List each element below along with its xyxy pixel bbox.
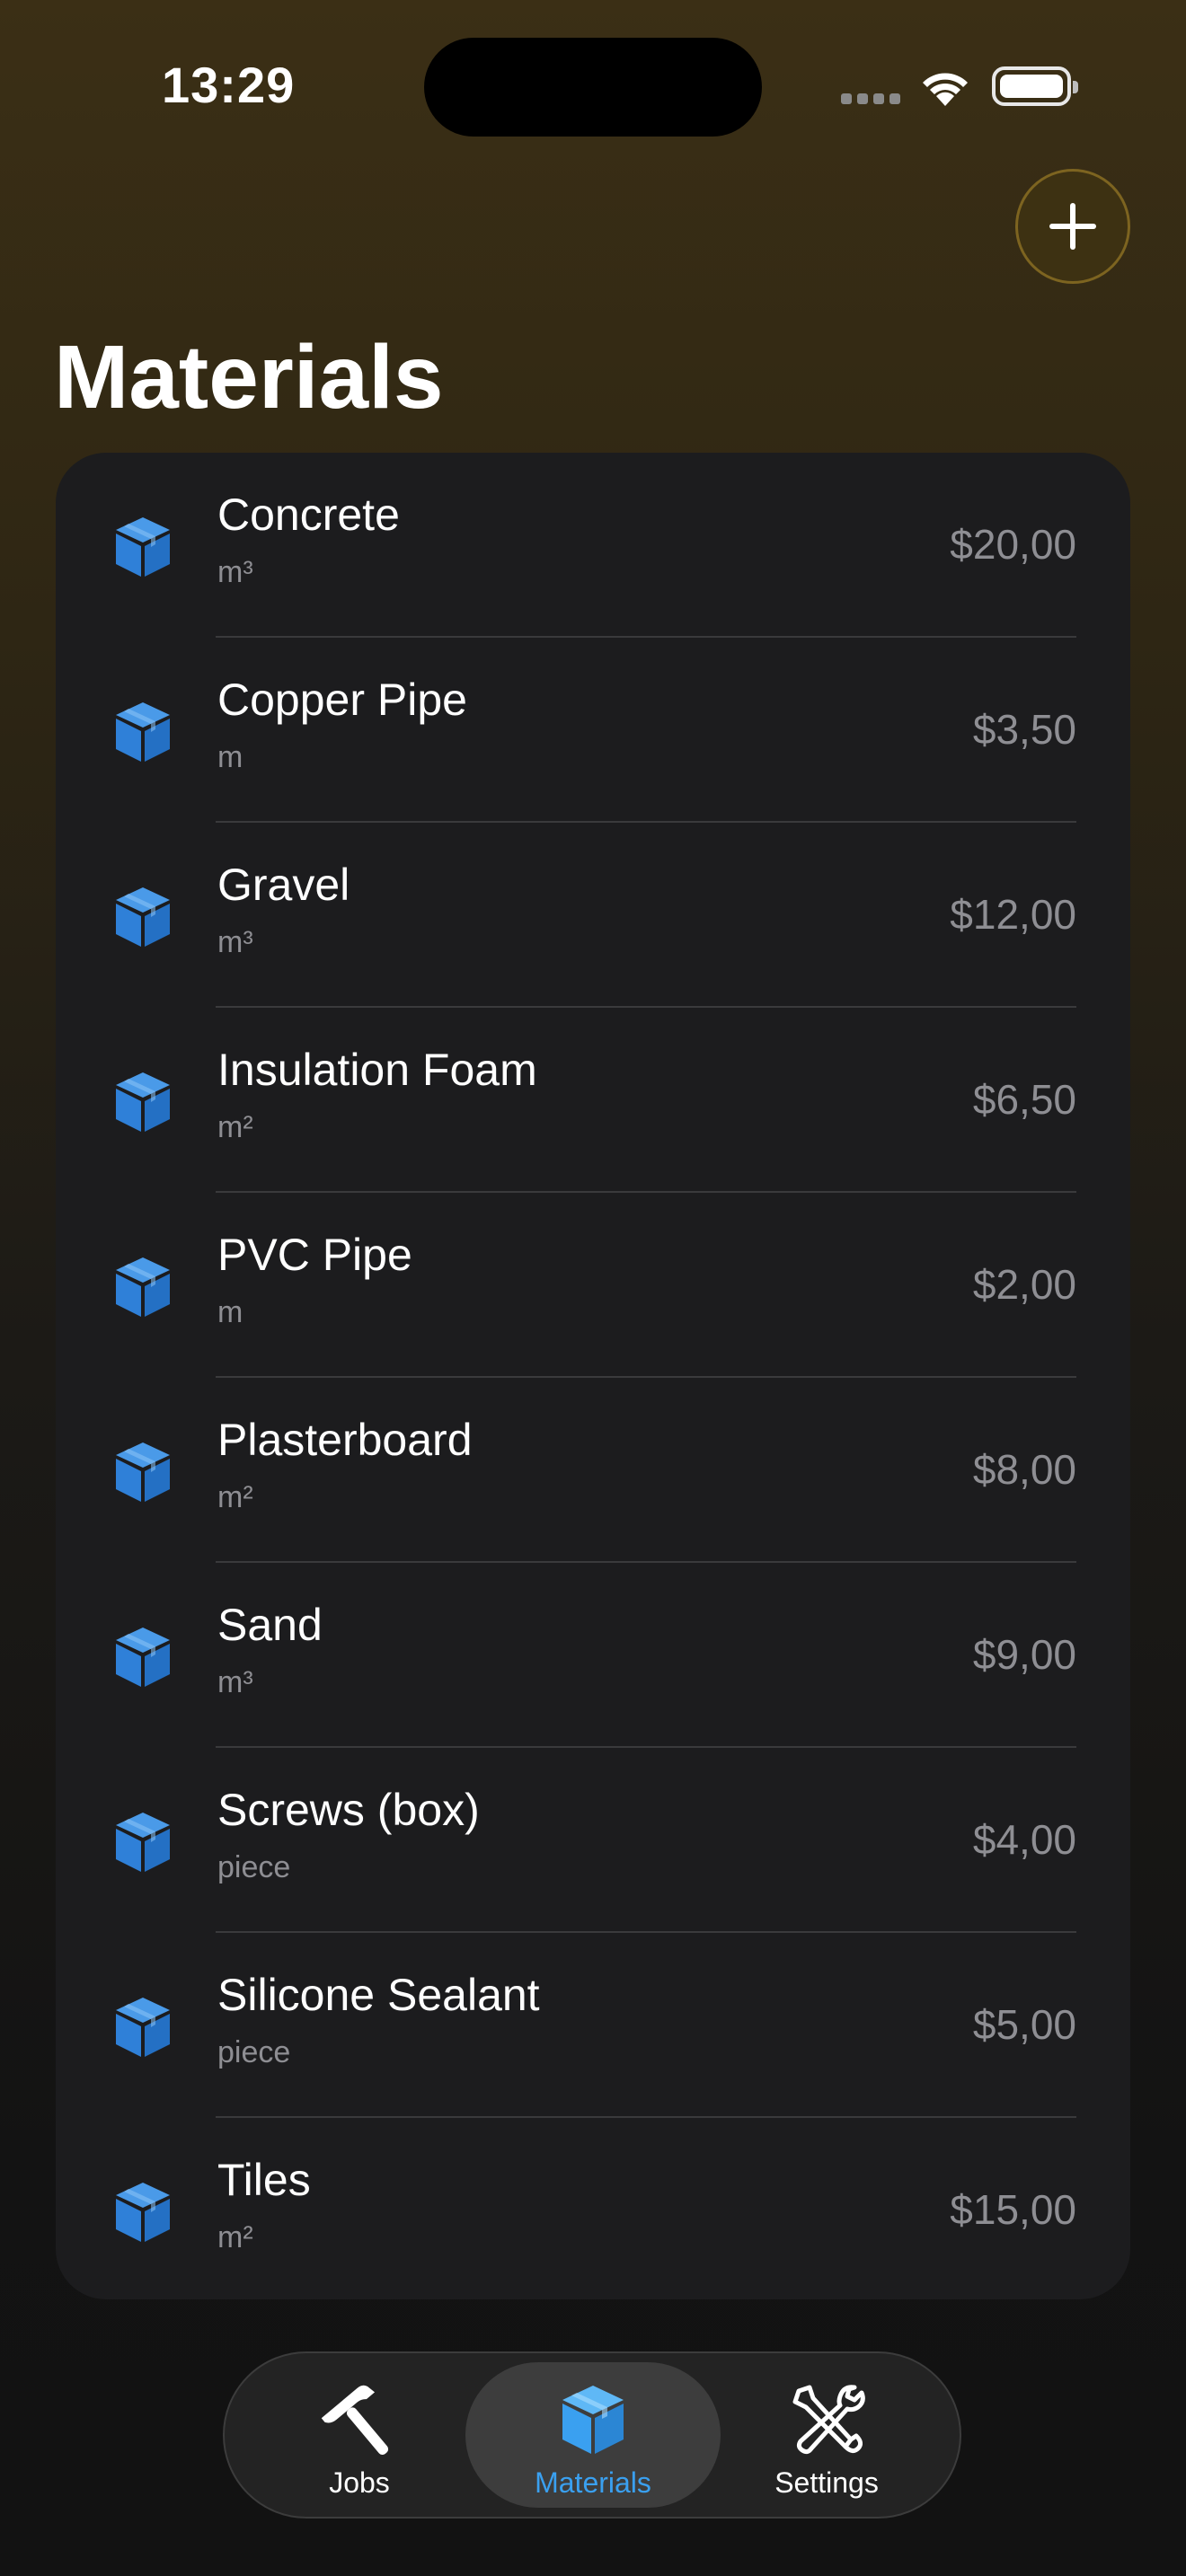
material-unit: m² xyxy=(217,1110,253,1144)
material-unit: m xyxy=(217,740,243,774)
material-price: $5,00 xyxy=(972,2001,1076,2048)
material-row[interactable]: Screws (box) piece $4,00 xyxy=(56,1748,1130,1933)
cellular-signal-icon xyxy=(841,93,900,106)
material-price: $15,00 xyxy=(950,2186,1076,2233)
material-row[interactable]: PVC Pipe m $2,00 xyxy=(56,1193,1130,1378)
material-unit: m² xyxy=(217,2220,253,2254)
material-name: Screws (box) xyxy=(217,1785,480,1835)
cube-icon xyxy=(562,2386,624,2454)
material-name: Gravel xyxy=(217,860,350,910)
dynamic-island xyxy=(424,38,762,137)
material-name: Sand xyxy=(217,1600,323,1650)
material-name: Silicone Sealant xyxy=(217,1970,540,2020)
hammer-icon xyxy=(321,2385,389,2456)
cube-icon xyxy=(113,1071,173,1134)
material-unit: m³ xyxy=(217,555,253,589)
material-price: $9,00 xyxy=(972,1631,1076,1678)
material-name: PVC Pipe xyxy=(217,1230,412,1280)
material-price: $20,00 xyxy=(950,521,1076,568)
material-row[interactable]: Gravel m³ $12,00 xyxy=(56,823,1130,1008)
status-bar: 13:29 xyxy=(0,0,1186,171)
tab-materials[interactable]: Materials xyxy=(465,2362,721,2508)
page-title: Materials xyxy=(54,327,444,428)
cube-icon xyxy=(113,1996,173,2059)
cube-icon xyxy=(113,1811,173,1874)
material-name: Concrete xyxy=(217,490,400,540)
material-row[interactable]: Concrete m³ $20,00 xyxy=(56,453,1130,638)
tab-label: Settings xyxy=(774,2466,879,2499)
material-unit: m³ xyxy=(217,1665,253,1699)
tools-icon xyxy=(792,2385,865,2455)
material-name: Plasterboard xyxy=(217,1415,473,1465)
tab-bar: Jobs Materials Settings xyxy=(223,2351,961,2519)
material-name: Insulation Foam xyxy=(217,1045,537,1095)
add-material-button[interactable] xyxy=(1015,169,1130,284)
material-row[interactable]: Insulation Foam m² $6,50 xyxy=(56,1008,1130,1193)
cube-icon xyxy=(113,2181,173,2244)
plus-icon xyxy=(1049,203,1096,250)
cube-icon xyxy=(113,1441,173,1504)
cube-icon xyxy=(113,1256,173,1319)
material-unit: piece xyxy=(217,1850,291,1884)
status-time: 13:29 xyxy=(162,57,296,113)
material-name: Copper Pipe xyxy=(217,675,467,725)
cube-icon xyxy=(113,701,173,763)
material-row[interactable]: Tiles m² $15,00 xyxy=(56,2118,1130,2299)
material-price: $8,00 xyxy=(972,1446,1076,1493)
battery-icon xyxy=(992,66,1078,106)
material-row[interactable]: Plasterboard m² $8,00 xyxy=(56,1378,1130,1563)
material-row[interactable]: Sand m³ $9,00 xyxy=(56,1563,1130,1748)
material-name: Tiles xyxy=(217,2155,311,2205)
material-unit: m² xyxy=(217,1480,253,1514)
material-price: $4,00 xyxy=(972,1816,1076,1863)
material-price: $12,00 xyxy=(950,891,1076,938)
material-unit: m xyxy=(217,1295,243,1329)
material-row[interactable]: Silicone Sealant piece $5,00 xyxy=(56,1933,1130,2118)
material-row[interactable]: Copper Pipe m $3,50 xyxy=(56,638,1130,823)
material-unit: piece xyxy=(217,2035,291,2069)
cube-icon xyxy=(113,1626,173,1689)
material-price: $6,50 xyxy=(972,1076,1076,1123)
cube-icon xyxy=(113,886,173,948)
cube-icon xyxy=(113,516,173,578)
material-price: $3,50 xyxy=(972,706,1076,753)
tab-settings[interactable]: Settings xyxy=(699,2362,954,2508)
tab-label: Materials xyxy=(535,2466,651,2499)
tab-label: Jobs xyxy=(329,2466,390,2499)
material-unit: m³ xyxy=(217,925,253,959)
wifi-icon xyxy=(923,73,968,106)
material-price: $2,00 xyxy=(972,1261,1076,1308)
materials-list: Concrete m³ $20,00 Copper Pipe m $3,50 Gravel m… xyxy=(56,453,1130,2299)
tab-jobs[interactable]: Jobs xyxy=(232,2362,487,2508)
